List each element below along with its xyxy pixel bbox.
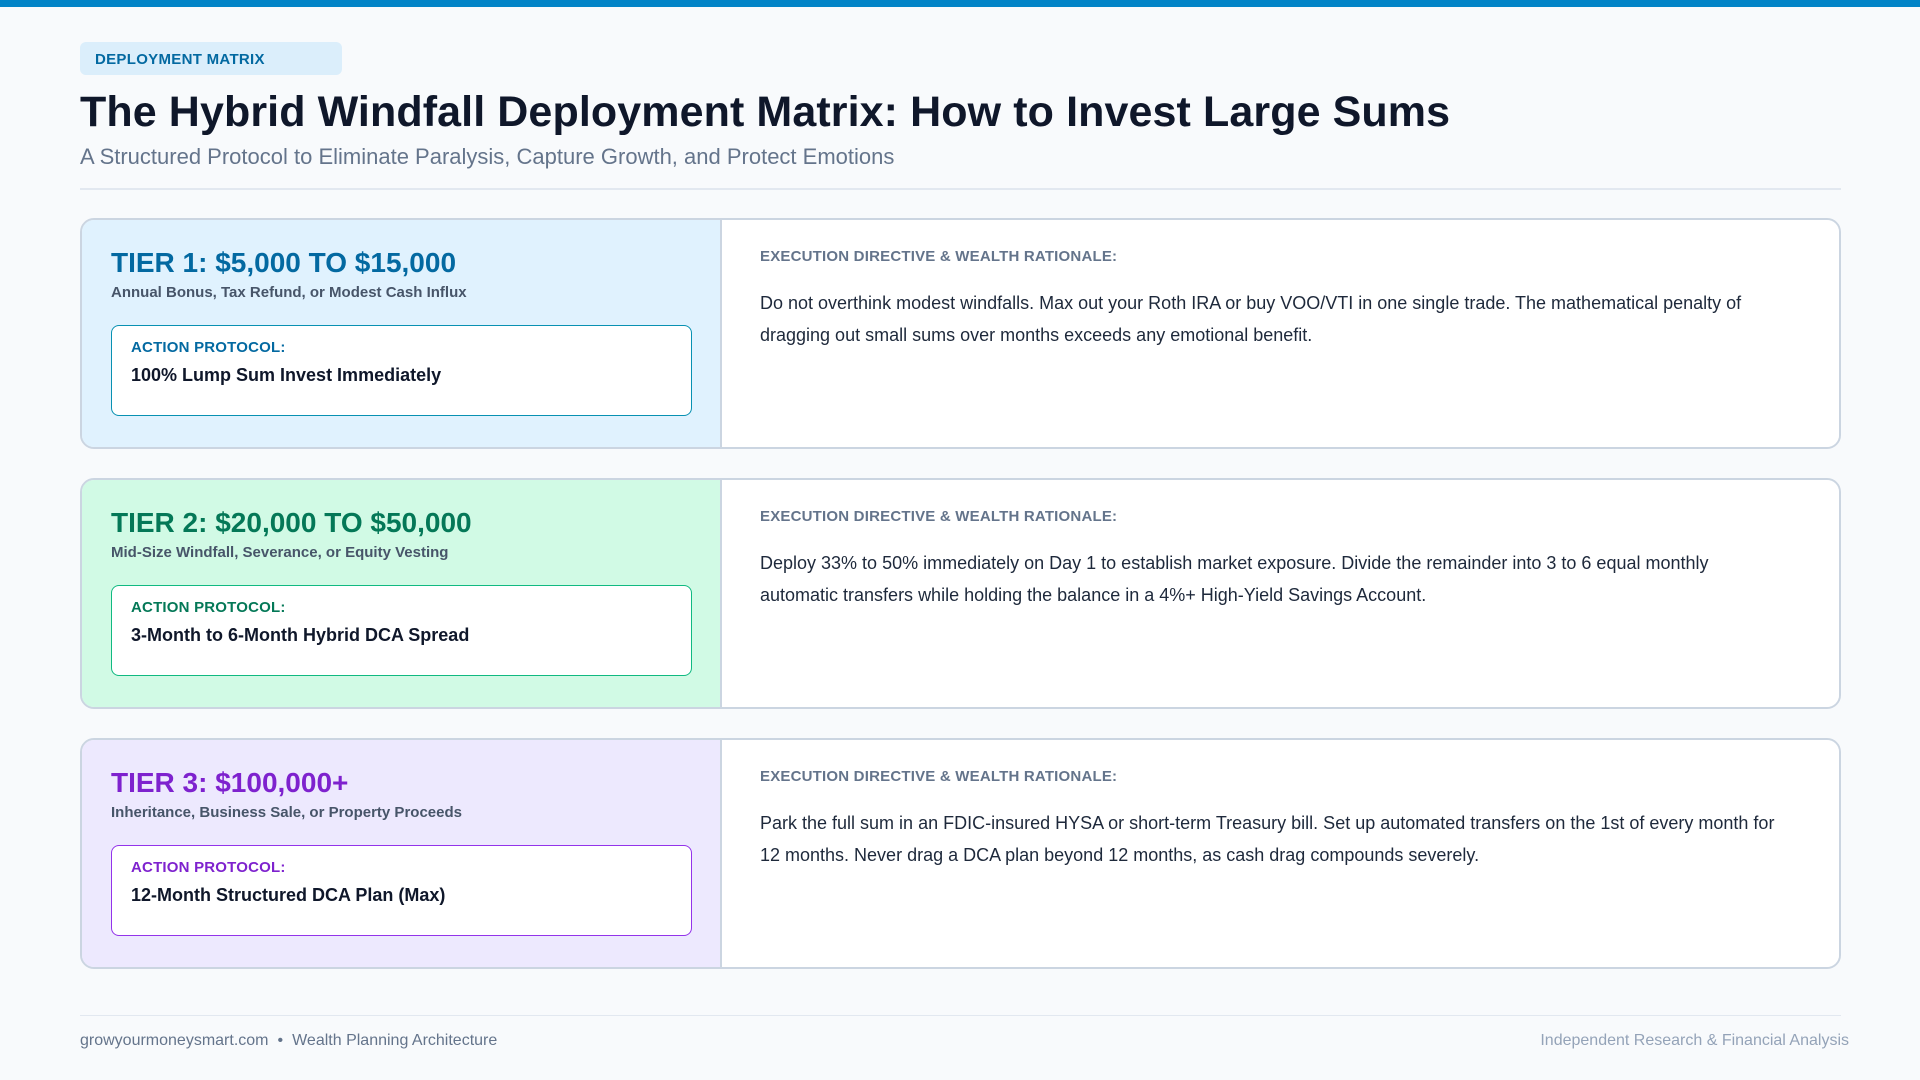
tier-3-directive-text: Park the full sum in an FDIC-insured HYS…: [760, 813, 1775, 865]
tier-1-action-value: 100% Lump Sum Invest Immediately: [131, 365, 442, 385]
tier-3-action-label: ACTION PROTOCOL:: [131, 859, 286, 876]
top-accent-bar: [0, 0, 1920, 7]
tier-3-action-box: ACTION PROTOCOL: 12-Month Structured DCA…: [111, 845, 692, 936]
tier-1-directive-text: Do not overthink modest windfalls. Max o…: [760, 293, 1742, 345]
footer-section: Wealth Planning Architecture: [292, 1032, 498, 1049]
tier-2-subtitle: Mid-Size Windfall, Severance, or Equity …: [111, 544, 449, 561]
footer-site-link[interactable]: growyourmoneysmart.com: [80, 1032, 269, 1049]
tier-2-directive-label: EXECUTION DIRECTIVE & WEALTH RATIONALE:: [760, 508, 1118, 525]
tier-3-summary: TIER 3: $100,000+ Inheritance, Business …: [82, 740, 722, 967]
tier-3-subtitle: Inheritance, Business Sale, or Property …: [111, 804, 462, 821]
tier-1-title: TIER 1: $5,000 TO $15,000: [111, 247, 457, 278]
tier-1-summary: TIER 1: $5,000 TO $15,000 Annual Bonus, …: [82, 220, 722, 447]
tier-1-directive: EXECUTION DIRECTIVE & WEALTH RATIONALE: …: [722, 220, 1839, 447]
tier-1-action-box: ACTION PROTOCOL: 100% Lump Sum Invest Im…: [111, 325, 692, 416]
footer: growyourmoneysmart.com • Wealth Planning A…: [80, 1032, 1849, 1050]
tier-2-directive: EXECUTION DIRECTIVE & WEALTH RATIONALE: …: [722, 480, 1839, 707]
page-subtitle: A Structured Protocol to Eliminate Paral…: [80, 144, 895, 169]
footer-left: growyourmoneysmart.com • Wealth Planning A…: [80, 1032, 497, 1050]
tier-2-summary: TIER 2: $20,000 TO $50,000 Mid-Size Wind…: [82, 480, 722, 707]
tier-1-card: TIER 1: $5,000 TO $15,000 Annual Bonus, …: [80, 218, 1841, 449]
tier-3-card: TIER 3: $100,000+ Inheritance, Business …: [80, 738, 1841, 969]
tier-2-title: TIER 2: $20,000 TO $50,000: [111, 507, 472, 538]
page-title: The Hybrid Windfall Deployment Matrix: H…: [80, 88, 1451, 136]
tier-3-action-value: 12-Month Structured DCA Plan (Max): [131, 885, 446, 905]
header-divider: [80, 188, 1841, 190]
footer-separator: •: [277, 1032, 284, 1049]
page-content: DEPLOYMENT MATRIX The Hybrid Windfall De…: [80, 42, 1841, 969]
tier-2-card: TIER 2: $20,000 TO $50,000 Mid-Size Wind…: [80, 478, 1841, 709]
tier-3-directive-label: EXECUTION DIRECTIVE & WEALTH RATIONALE:: [760, 768, 1118, 785]
section-tag: DEPLOYMENT MATRIX: [80, 42, 342, 75]
tier-1-directive-label: EXECUTION DIRECTIVE & WEALTH RATIONALE:: [760, 248, 1118, 265]
tier-2-action-box: ACTION PROTOCOL: 3-Month to 6-Month Hybr…: [111, 585, 692, 676]
tier-2-action-value: 3-Month to 6-Month Hybrid DCA Spread: [131, 625, 470, 645]
footer-divider: [80, 1015, 1841, 1016]
tier-2-directive-text: Deploy 33% to 50% immediately on Day 1 t…: [760, 553, 1709, 605]
tier-3-title: TIER 3: $100,000+: [111, 767, 349, 798]
footer-right-note: Independent Research & Financial Analysi…: [1540, 1032, 1849, 1049]
tier-2-action-label: ACTION PROTOCOL:: [131, 599, 286, 616]
tier-1-subtitle: Annual Bonus, Tax Refund, or Modest Cash…: [111, 284, 467, 301]
tier-1-action-label: ACTION PROTOCOL:: [131, 339, 286, 356]
tier-3-directive: EXECUTION DIRECTIVE & WEALTH RATIONALE: …: [722, 740, 1839, 967]
